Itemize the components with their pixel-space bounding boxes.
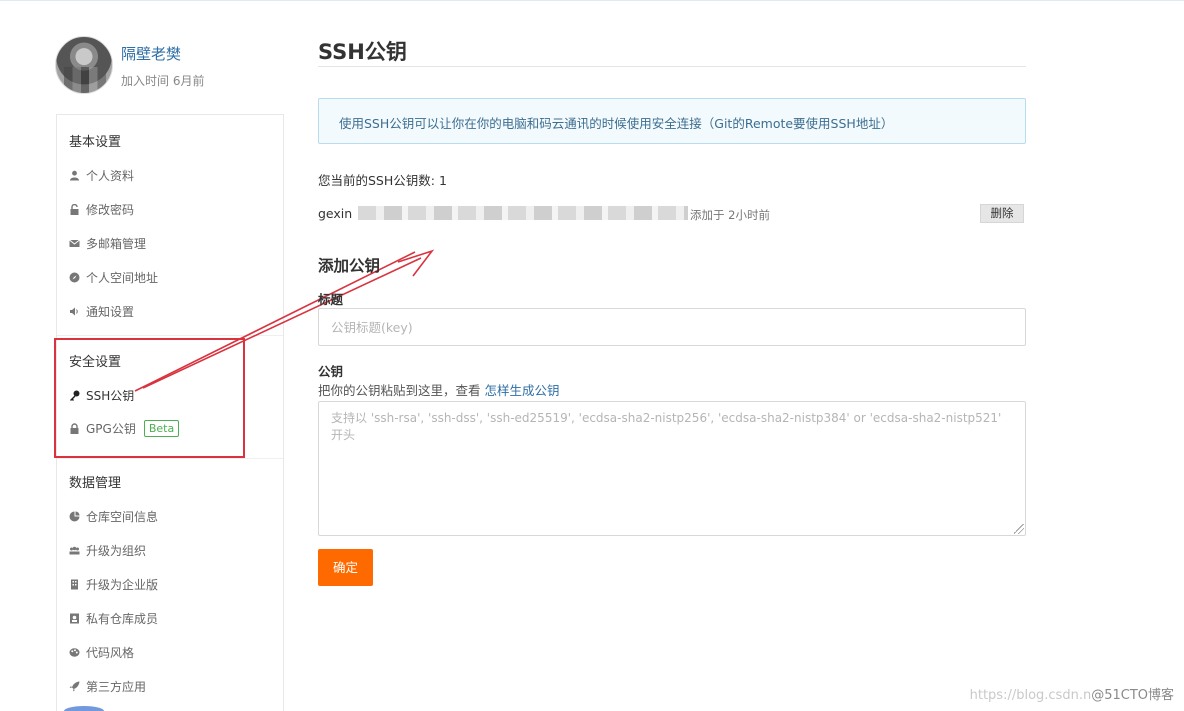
sidebar-item-repo-space[interactable]: 仓库空间信息 xyxy=(69,508,158,525)
sidebar-item-label: 个人空间地址 xyxy=(86,271,159,285)
sidebar-item-profile[interactable]: 个人资料 xyxy=(69,167,134,184)
key-hint: 把你的公钥粘贴到这里，查看 怎样生成公钥 xyxy=(318,380,560,399)
username[interactable]: 隔壁老樊 xyxy=(121,43,181,64)
key-fingerprint-redacted xyxy=(358,206,688,220)
mail-icon xyxy=(69,238,80,249)
key-title-input[interactable] xyxy=(318,308,1026,346)
delete-key-button[interactable]: 删除 xyxy=(980,204,1024,223)
join-date: 加入时间 6月前 xyxy=(121,74,205,88)
sidebar-item-private-members[interactable]: 私有仓库成员 xyxy=(69,610,158,627)
rocket-icon xyxy=(69,681,80,692)
sidebar-item-label: 第三方应用 xyxy=(86,680,147,694)
highlight-box xyxy=(54,338,245,458)
user-icon xyxy=(69,170,80,181)
sidebar-divider xyxy=(57,458,283,459)
sidebar-item-upgrade-enterprise[interactable]: 升级为企业版 xyxy=(69,576,158,593)
resize-handle[interactable] xyxy=(1014,524,1024,534)
sidebar-divider xyxy=(57,335,283,336)
ssh-key-count: 您当前的SSH公钥数: 1 xyxy=(318,173,447,188)
key-added-time: 添加于 2小时前 xyxy=(690,208,770,222)
public-key-textarea[interactable] xyxy=(318,401,1026,536)
sidebar-item-label: 多邮箱管理 xyxy=(86,237,147,251)
ssh-key-row: gexin 添加于 2小时前 删除 xyxy=(318,204,1026,224)
unlock-icon xyxy=(69,203,80,215)
info-notice: 使用SSH公钥可以让你在你的电脑和码云通讯的时候使用安全连接（Git的Remot… xyxy=(318,98,1026,144)
sidebar-item-label: 修改密码 xyxy=(86,203,135,217)
sidebar-item-label: 代码风格 xyxy=(86,646,135,660)
section-title-basic: 基本设置 xyxy=(69,135,122,150)
how-to-generate-link[interactable]: 怎样生成公钥 xyxy=(484,383,559,398)
member-icon xyxy=(69,613,80,624)
sidebar-item-password[interactable]: 修改密码 xyxy=(69,201,134,218)
add-key-heading: 添加公钥 xyxy=(318,257,381,275)
sidebar-item-emails[interactable]: 多邮箱管理 xyxy=(69,235,146,252)
sidebar-item-third-party[interactable]: 第三方应用 xyxy=(69,678,146,695)
sidebar-item-label: 升级为企业版 xyxy=(86,578,159,592)
compass-icon xyxy=(69,272,80,283)
watermark-brand: @51CTO博客 xyxy=(1091,688,1174,703)
submit-button[interactable]: 确定 xyxy=(318,549,373,586)
key-label: 公钥 xyxy=(318,364,344,379)
partial-avatar xyxy=(64,706,104,711)
avatar[interactable] xyxy=(55,36,113,94)
palette-icon xyxy=(69,647,80,658)
watermark: https://blog.csdn.n@51CTO博客 xyxy=(970,684,1174,703)
sidebar-item-label: 私有仓库成员 xyxy=(86,612,159,626)
sidebar-item-label: 升级为组织 xyxy=(86,544,147,558)
speaker-icon xyxy=(69,306,80,317)
title-divider xyxy=(318,66,1026,67)
sidebar-item-notifications[interactable]: 通知设置 xyxy=(69,303,134,320)
sidebar-item-code-style[interactable]: 代码风格 xyxy=(69,644,134,661)
sidebar-item-label: 个人资料 xyxy=(86,169,135,183)
section-title-data: 数据管理 xyxy=(69,476,122,491)
sidebar-item-label: 通知设置 xyxy=(86,305,135,319)
key-title: gexin xyxy=(318,206,353,221)
watermark-url: https://blog.csdn.n xyxy=(969,688,1092,703)
sidebar-item-upgrade-org[interactable]: 升级为组织 xyxy=(69,542,146,559)
group-icon xyxy=(69,545,80,556)
title-label: 标题 xyxy=(318,292,344,307)
building-icon xyxy=(69,579,80,590)
page-title: SSH公钥 xyxy=(318,40,407,64)
key-hint-text: 把你的公钥粘贴到这里，查看 xyxy=(318,383,485,398)
top-divider xyxy=(0,0,1184,4)
sidebar-item-label: 仓库空间信息 xyxy=(86,510,159,524)
pie-chart-icon xyxy=(69,511,80,522)
sidebar-item-space-url[interactable]: 个人空间地址 xyxy=(69,269,158,286)
